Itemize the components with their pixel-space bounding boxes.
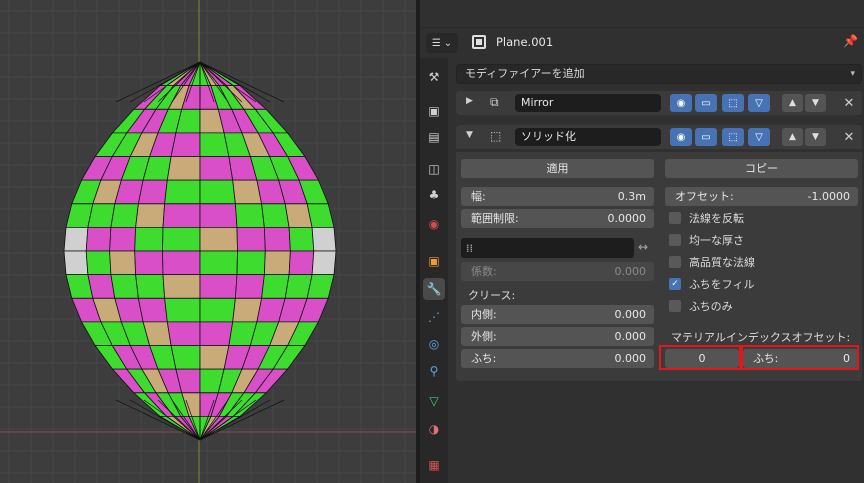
vertex-group-field[interactable]: ⁞⁞ — [461, 238, 634, 258]
factor-field[interactable]: 係数: 0.000 — [461, 262, 654, 281]
add-modifier-label: モディファイアーを追加 — [465, 67, 585, 80]
on-cage-button[interactable]: ▽ — [748, 94, 770, 112]
thickness-field[interactable]: 幅: 0.3m — [461, 187, 654, 206]
checkbox-label: 法線を反転 — [689, 212, 744, 225]
crease-outer-label: 外側: — [471, 330, 497, 343]
editmode-cage-button[interactable]: ◉ — [670, 128, 692, 146]
remove-modifier-button[interactable]: ✕ — [840, 94, 858, 112]
scene-icon[interactable]: ♣ — [423, 184, 445, 206]
vertex-group-icon: ⁞⁞ — [466, 242, 473, 255]
editor-type-button[interactable]: ☰ ⌄ — [426, 33, 458, 53]
highlight-box — [741, 345, 859, 370]
offset-field[interactable]: オフセット: -1.0000 — [665, 187, 858, 206]
move-up-button[interactable]: ▲ — [782, 128, 803, 146]
render-icon[interactable]: ▣ — [423, 100, 445, 122]
move-down-button[interactable]: ▼ — [805, 94, 826, 112]
checkbox-box — [669, 212, 681, 224]
copy-button[interactable]: コピー — [665, 159, 858, 178]
checkbox-box — [669, 256, 681, 268]
highlight-box — [659, 345, 741, 370]
editmode-button[interactable]: ⬚ — [722, 128, 744, 146]
checkbox-box — [669, 300, 681, 312]
viewport-display-button[interactable]: ▭ — [695, 94, 717, 112]
crease-rim-field[interactable]: ふち: 0.000 — [461, 349, 654, 368]
even-thickness-checkbox[interactable]: 均一な厚さ — [669, 231, 744, 249]
thickness-label: 幅: — [471, 190, 486, 203]
offset-label: オフセット: — [675, 190, 734, 203]
flip-normals-checkbox[interactable]: 法線を反転 — [669, 209, 744, 227]
clamp-field[interactable]: 範囲制限: 0.0000 — [461, 209, 654, 228]
checkbox-box — [669, 234, 681, 246]
world-icon[interactable]: ◉ — [423, 213, 445, 235]
data-icon[interactable]: ▽ — [423, 390, 445, 412]
particles-icon[interactable]: ⋰ — [423, 306, 445, 328]
properties-tabs: ⚒ ▣ ▤ ◫ ♣ ◉ ▣ 🔧 ⋰ ◎ ⚲ ▽ ◑ ▦ — [420, 58, 448, 483]
viewport-display-button[interactable]: ▭ — [695, 128, 717, 146]
properties-editor-icon: ☰ — [431, 37, 441, 49]
object-name: Plane.001 — [496, 35, 554, 49]
collapse-arrow-icon[interactable]: ▼ — [466, 130, 473, 140]
remove-modifier-button[interactable]: ✕ — [840, 128, 858, 146]
solidify-settings: 適用 コピー 幅: 0.3m 範囲制限: 0.0000 ⁞⁞ ↔ 係数: 0.0… — [456, 152, 862, 381]
only-rim-checkbox[interactable]: ふちのみ — [669, 297, 733, 315]
crease-outer-value: 0.000 — [614, 330, 647, 343]
object-icon — [472, 35, 486, 49]
high-quality-normals-checkbox[interactable]: 高品質な法線 — [669, 253, 755, 271]
move-up-button[interactable]: ▲ — [782, 94, 803, 112]
mirror-modifier-header: ▶ ⧉ Mirror ◉ ▭ ⬚ ▽ ▲ ▼ ✕ — [456, 91, 862, 115]
mirror-icon: ⧉ — [490, 95, 499, 109]
crease-rim-label: ふち: — [471, 352, 497, 365]
thickness-value: 0.3m — [617, 190, 646, 203]
solidify-icon: ⬚ — [490, 129, 502, 143]
output-icon[interactable]: ▤ — [423, 126, 445, 148]
crease-rim-value: 0.000 — [614, 352, 647, 365]
material-offset-label: マテリアルインデックスオフセット: — [671, 331, 851, 344]
pin-icon[interactable]: 📌 — [843, 34, 858, 48]
on-cage-button[interactable]: ▽ — [748, 128, 770, 146]
top-strip — [420, 0, 864, 28]
editmode-cage-button[interactable]: ◉ — [670, 94, 692, 112]
checkmark-icon: ✓ — [669, 278, 681, 290]
object-icon[interactable]: ▣ — [423, 250, 445, 272]
add-modifier-dropdown[interactable]: モディファイアーを追加 ▾ — [456, 64, 862, 84]
editmode-button[interactable]: ⬚ — [722, 94, 744, 112]
properties-editor: ☰ ⌄ Plane.001 📌 ⚒ ▣ ▤ ◫ ♣ ◉ ▣ 🔧 ⋰ ◎ ⚲ ▽ … — [420, 0, 864, 483]
factor-value: 0.000 — [614, 265, 647, 278]
chevron-down-icon: ⌄ — [443, 37, 453, 49]
material-icon[interactable]: ◑ — [423, 418, 445, 440]
checkbox-label: 均一な厚さ — [689, 234, 744, 247]
invert-vertex-group-icon[interactable]: ↔ — [638, 240, 648, 254]
expand-arrow-icon[interactable]: ▶ — [466, 96, 473, 106]
tool-icon[interactable]: ⚒ — [423, 66, 445, 88]
properties-header: ☰ ⌄ Plane.001 📌 — [420, 28, 864, 58]
mirror-name-field[interactable]: Mirror — [515, 94, 661, 112]
factor-label: 係数: — [471, 265, 497, 278]
fill-rim-checkbox[interactable]: ✓ ふちをフィル — [669, 275, 754, 293]
crease-inner-value: 0.000 — [614, 308, 647, 321]
chevron-down-icon: ▾ — [850, 69, 855, 79]
checkbox-label: ふちのみ — [689, 300, 733, 313]
checkbox-label: 高品質な法線 — [689, 256, 755, 269]
mesh-render — [0, 0, 416, 483]
clamp-label: 範囲制限: — [471, 212, 519, 225]
modifier-icon[interactable]: 🔧 — [423, 278, 445, 300]
offset-value: -1.0000 — [807, 190, 850, 203]
view-layer-icon[interactable]: ◫ — [423, 158, 445, 180]
checkbox-label: ふちをフィル — [689, 278, 755, 291]
solidify-modifier-header: ▼ ⬚ ソリッド化 ◉ ▭ ⬚ ▽ ▲ ▼ ✕ — [456, 125, 862, 149]
3d-viewport[interactable] — [0, 0, 416, 483]
texture-icon[interactable]: ▦ — [423, 454, 445, 476]
clamp-value: 0.0000 — [607, 212, 647, 225]
crease-label: クリース: — [468, 289, 516, 302]
crease-inner-label: 内側: — [471, 308, 497, 321]
move-down-button[interactable]: ▼ — [805, 128, 826, 146]
crease-outer-field[interactable]: 外側: 0.000 — [461, 327, 654, 346]
apply-button[interactable]: 適用 — [461, 159, 654, 178]
crease-inner-field[interactable]: 内側: 0.000 — [461, 305, 654, 324]
modifier-panel-content: モディファイアーを追加 ▾ ▶ ⧉ Mirror ◉ ▭ ⬚ ▽ ▲ ▼ ✕ ▼… — [448, 58, 864, 483]
solidify-name-field[interactable]: ソリッド化 — [515, 128, 661, 146]
constraints-icon[interactable]: ⚲ — [423, 360, 445, 382]
physics-icon[interactable]: ◎ — [423, 333, 445, 355]
